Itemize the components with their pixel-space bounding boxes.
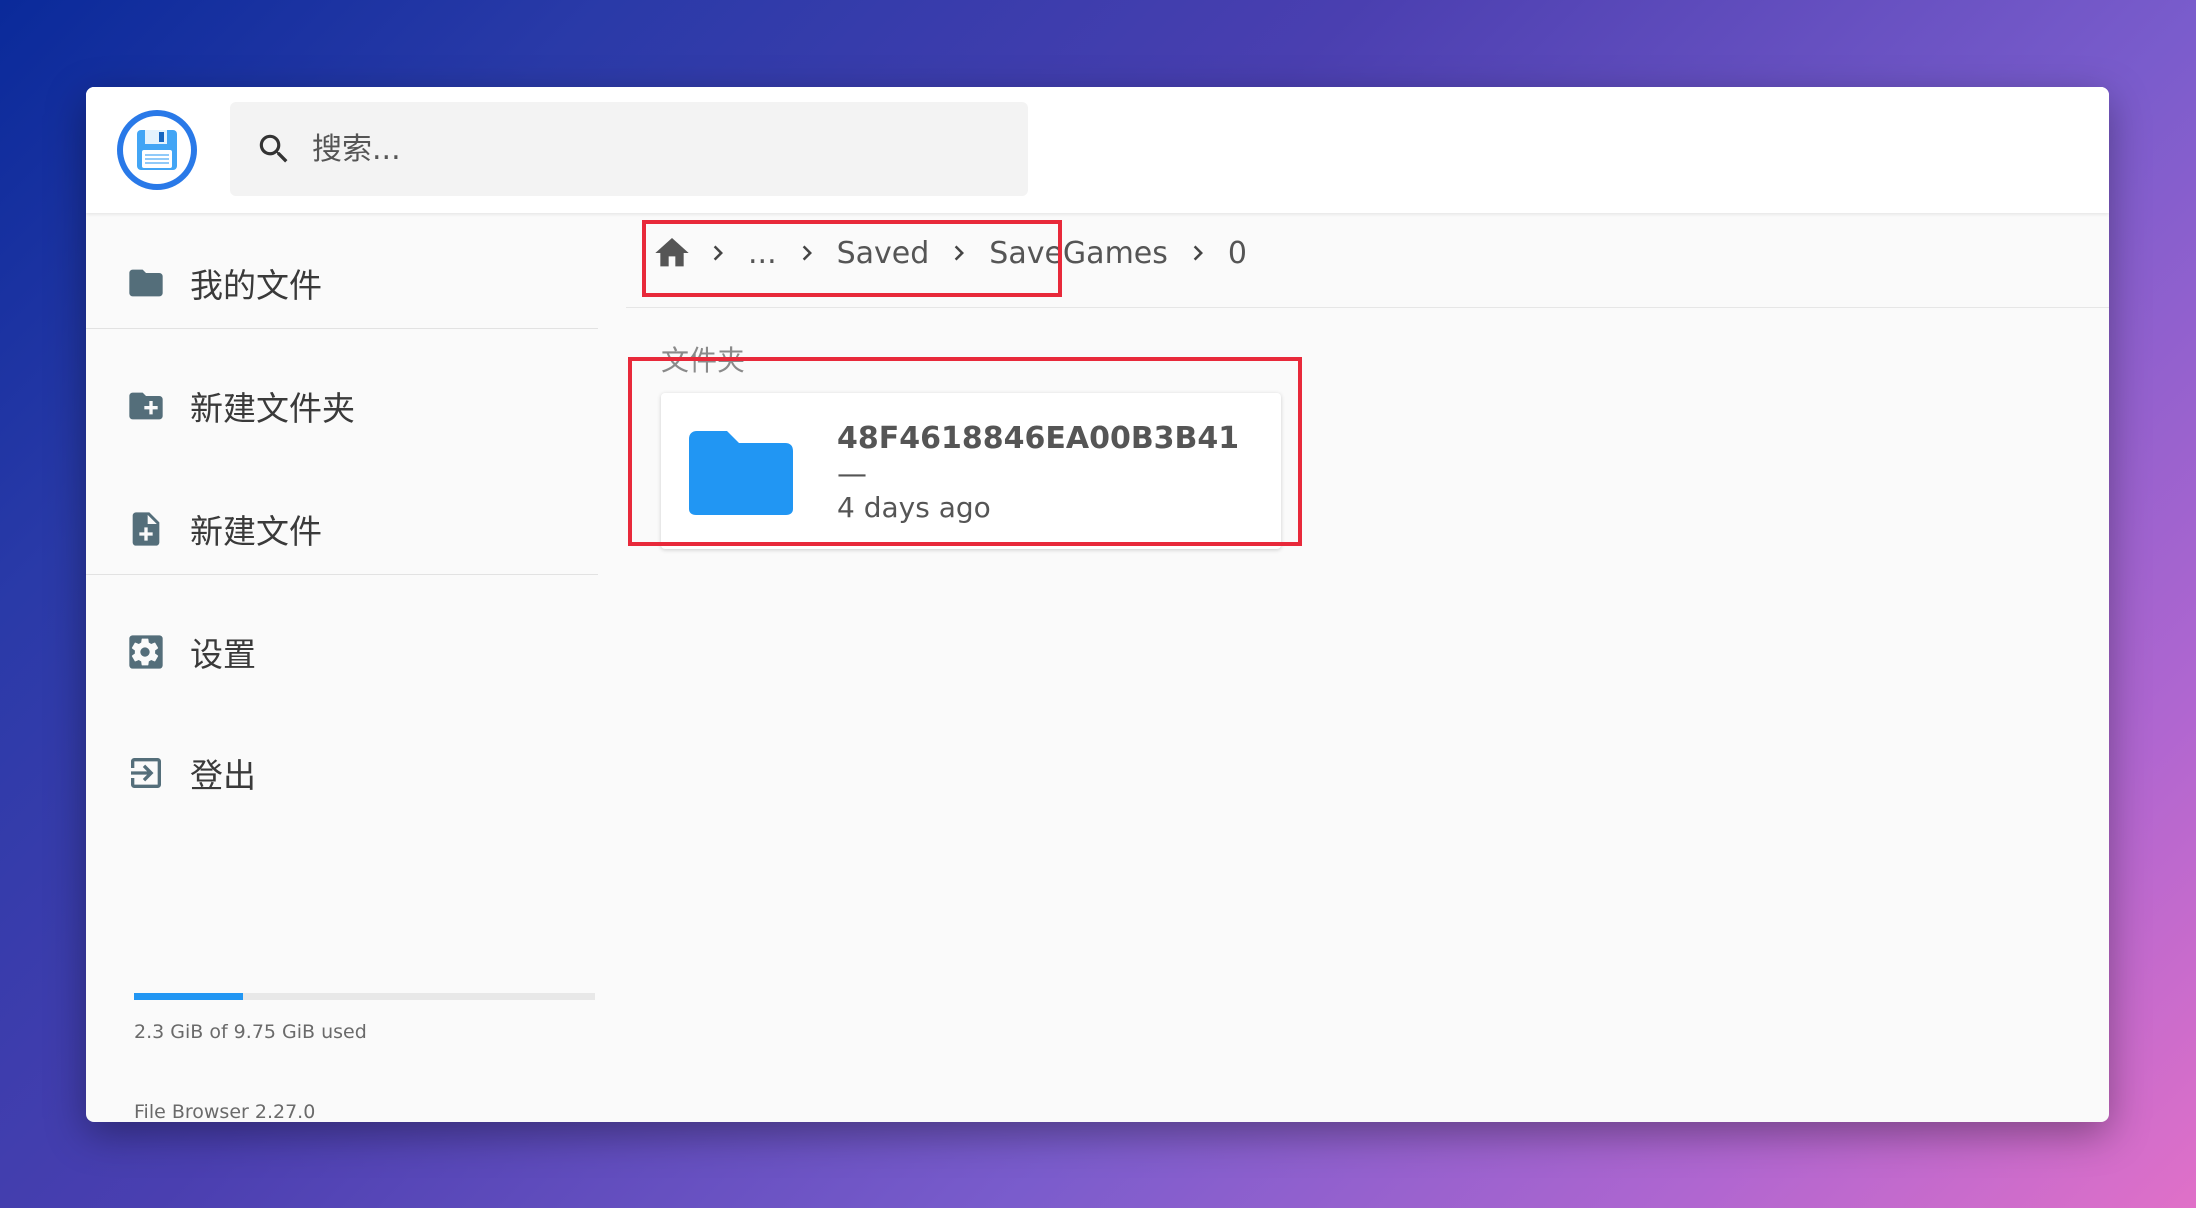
folders-section-label: 文件夹 — [661, 344, 746, 377]
chevron-right-icon — [1182, 237, 1214, 269]
sidebar: 我的文件 新建文件夹 新建文件 设置 登出 2.3 GiB of 9.75 Gi… — [86, 213, 598, 1122]
chevron-right-icon — [943, 237, 975, 269]
sidebar-item-label: 我的文件 — [190, 266, 322, 305]
sidebar-divider — [86, 328, 598, 329]
breadcrumb-divider — [626, 307, 2109, 308]
sidebar-item-label: 新建文件 — [190, 512, 322, 551]
folder-modified-date: 4 days ago — [837, 491, 991, 524]
folder-name: 48F4618846EA00B3B41… — [837, 421, 1237, 456]
app-version: File Browser 2.27.0 — [134, 1101, 316, 1122]
breadcrumb: ... Saved SaveGames 0 — [644, 222, 1251, 284]
sidebar-item-new-file[interactable]: 新建文件 — [86, 489, 598, 569]
breadcrumb-item-savegames[interactable]: SaveGames — [985, 236, 1172, 271]
search-box[interactable] — [230, 102, 1028, 196]
storage-usage-text: 2.3 GiB of 9.75 GiB used — [134, 1021, 367, 1043]
exit-icon — [126, 753, 166, 793]
folder-item[interactable]: 48F4618846EA00B3B41… — 4 days ago — [661, 393, 1281, 549]
storage-usage-fill — [134, 993, 243, 1000]
sidebar-item-settings[interactable]: 设置 — [86, 612, 598, 692]
breadcrumb-item-current[interactable]: 0 — [1224, 236, 1251, 271]
breadcrumb-item-saved[interactable]: Saved — [833, 236, 934, 271]
chevron-right-icon — [791, 237, 823, 269]
home-icon[interactable] — [652, 233, 692, 273]
chevron-right-icon — [702, 237, 734, 269]
search-icon — [254, 129, 294, 169]
folder-icon — [689, 431, 793, 515]
app-logo[interactable] — [117, 110, 197, 190]
settings-icon — [126, 632, 166, 672]
app-header — [86, 87, 2109, 213]
sidebar-item-label: 登出 — [190, 756, 256, 795]
floppy-disk-icon — [123, 116, 191, 184]
folder-icon — [126, 263, 166, 303]
sidebar-item-new-folder[interactable]: 新建文件夹 — [86, 366, 598, 446]
note-add-icon — [126, 509, 166, 549]
sidebar-item-logout[interactable]: 登出 — [86, 733, 598, 813]
folder-size: — — [837, 457, 867, 492]
file-browser-window: 我的文件 新建文件夹 新建文件 设置 — [86, 87, 2109, 1122]
sidebar-item-my-files[interactable]: 我的文件 — [86, 243, 598, 323]
create-new-folder-icon — [126, 386, 166, 426]
breadcrumb-item-ellipsis[interactable]: ... — [744, 236, 781, 271]
sidebar-divider — [86, 574, 598, 575]
storage-usage-bar — [134, 993, 595, 1000]
sidebar-item-label: 新建文件夹 — [190, 389, 355, 428]
search-input[interactable] — [310, 118, 994, 180]
sidebar-item-label: 设置 — [190, 635, 256, 674]
